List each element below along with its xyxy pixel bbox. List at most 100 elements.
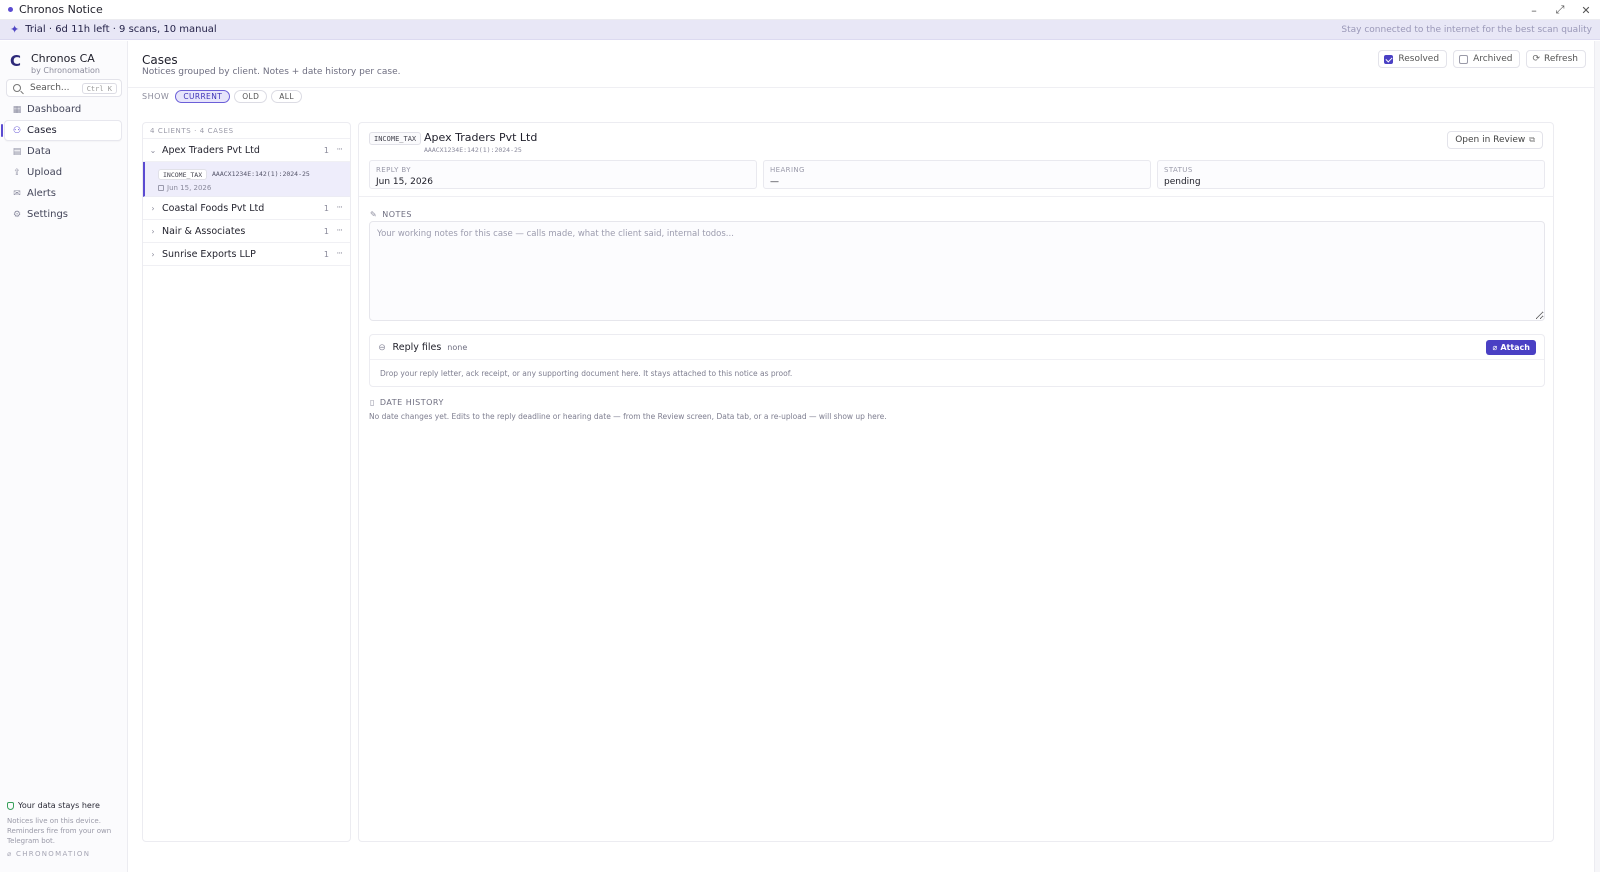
notes-icon: ✎ [370,210,378,219]
show-label: SHOW [142,91,170,101]
data-note-title-text: Your data stays here [18,801,100,810]
data-note-brand: ⌀ CHRONOMATION [7,850,91,858]
clients-summary: 4 CLIENTS · 4 CASES [143,123,350,139]
more-icon[interactable]: ··· [336,226,343,236]
open-in-review-label: Open in Review [1455,135,1526,145]
minimize-icon[interactable]: – [1528,4,1540,17]
filter-current[interactable]: CURRENT [175,89,231,103]
search-icon [13,84,21,92]
show-filter: SHOW CURRENT OLD ALL [142,89,306,103]
trial-banner: ✦ Trial · 6d 11h left · 9 scans, 10 manu… [0,20,1600,40]
data-note-title: Your data stays here [7,801,125,810]
case-reference: AAACX1234E:142(1):2024-25 [212,170,310,178]
resolved-checkbox[interactable] [1384,54,1394,64]
sidebar-item-label: Cases [27,125,57,136]
reply-files-title: Reply files [392,341,442,353]
case-facts: REPLY BY Jun 15, 2026 HEARING — STATUS p… [369,160,1545,189]
filter-all[interactable]: ALL [271,89,302,103]
search-shortcut: Ctrl K [81,83,117,94]
sidebar: C Chronos CA by Chronomation Search... C… [0,41,128,872]
dashboard-icon: ▦ [12,104,22,115]
sidebar-nav: ▦ Dashboard ⚇ Cases ▤ Data ⇪ Upload ✉ Al… [0,99,127,225]
maximize-icon[interactable]: ⤢ [1554,3,1566,17]
notes-heading: ✎ NOTES [370,210,412,219]
client-row[interactable]: ⌄ Apex Traders Pvt Ltd 1 ··· [143,139,350,162]
sidebar-item-data[interactable]: ▤ Data [0,141,127,162]
client-case-count: 1 [323,145,329,155]
brand-name: Chronos CA [31,52,95,65]
sparkle-icon: ✦ [10,24,20,36]
mail-icon: ✉ [13,188,21,199]
resolved-toggle[interactable]: Resolved [1378,50,1448,68]
fact-reply-by: REPLY BY Jun 15, 2026 [369,160,757,189]
notes-textarea[interactable] [369,221,1545,321]
chevron-down-icon[interactable]: ⌄ [149,146,157,155]
reply-files-section: ⊘ Reply files none ⌀ Attach Drop your re… [369,334,1545,387]
attach-button[interactable]: ⌀ Attach [1486,340,1536,355]
search-placeholder: Search... [30,83,70,93]
refresh-icon: ⟳ [1532,54,1540,64]
case-type-tag: INCOME_TAX [369,132,422,145]
fact-label: HEARING [770,166,805,174]
client-row[interactable]: › Sunrise Exports LLP 1 ··· [143,243,350,266]
chevron-right-icon[interactable]: › [149,250,157,259]
case-client-title: Apex Traders Pvt Ltd [424,131,538,144]
more-icon[interactable]: ··· [336,145,343,155]
close-icon[interactable]: ✕ [1580,4,1592,17]
date-history-heading-text: DATE HISTORY [379,398,444,407]
date-history-empty: No date changes yet. Edits to the reply … [369,412,887,421]
scrollbar[interactable] [1594,41,1600,872]
client-case-count: 1 [323,249,329,259]
window-title: Chronos Notice [19,3,103,16]
sidebar-item-settings[interactable]: ⚙ Settings [0,204,127,225]
gear-icon: ⚙ [12,209,22,220]
page-title: Cases [142,53,178,67]
sidebar-item-cases[interactable]: ⚇ Cases [1,120,122,141]
case-date: Jun 15, 2026 [158,184,211,192]
filter-old[interactable]: OLD [234,89,268,103]
brand-subtitle: by Chronomation [31,66,101,75]
chevron-right-icon[interactable]: › [149,204,157,213]
client-row[interactable]: › Nair & Associates 1 ··· [143,220,350,243]
section-divider [359,196,1553,197]
clients-panel: 4 CLIENTS · 4 CASES ⌄ Apex Traders Pvt L… [142,122,351,842]
resolved-label: Resolved [1398,54,1440,64]
archived-toggle[interactable]: Archived [1453,50,1521,68]
paperclip-icon: ⌀ [1492,343,1498,352]
users-icon: ⚇ [12,125,22,136]
more-icon[interactable]: ··· [336,203,343,213]
client-name: Nair & Associates [162,225,246,237]
client-name: Apex Traders Pvt Ltd [162,144,260,156]
reply-files-header: ⊘ Reply files none ⌀ Attach [370,335,1544,360]
sidebar-item-alerts[interactable]: ✉ Alerts [0,183,127,204]
fact-label: STATUS [1164,166,1193,174]
case-item[interactable]: INCOME_TAX AAACX1234E:142(1):2024-25 Jun… [143,162,350,197]
sidebar-item-dashboard[interactable]: ▦ Dashboard [0,99,127,120]
case-date-text: Jun 15, 2026 [167,184,212,192]
sidebar-item-upload[interactable]: ⇪ Upload [0,162,127,183]
search-input[interactable]: Search... Ctrl K [6,79,122,97]
archived-checkbox[interactable] [1459,54,1469,64]
data-privacy-note: Your data stays here Notices live on thi… [7,801,125,858]
trial-status: Trial · 6d 11h left · 9 scans, 10 manual [25,24,217,35]
main-content: Cases Notices grouped by client. Notes +… [128,41,1600,872]
date-history-heading: ▯ DATE HISTORY [370,398,444,407]
open-in-review-button[interactable]: Open in Review ⧉ [1447,131,1543,149]
refresh-button[interactable]: ⟳ Refresh [1526,50,1586,68]
table-icon: ▤ [12,146,22,157]
brand: C Chronos CA by Chronomation [10,52,100,75]
more-icon[interactable]: ··· [336,249,343,259]
sidebar-item-label: Upload [27,167,63,178]
case-type-tag: INCOME_TAX [158,169,208,180]
client-row[interactable]: › Coastal Foods Pvt Ltd 1 ··· [143,197,350,220]
upload-icon: ⇪ [13,167,21,178]
header-actions: Resolved Archived ⟳ Refresh [1378,50,1586,68]
shield-icon [7,801,14,810]
title-bar: Chronos Notice – ⤢ ✕ [0,0,1600,20]
fact-value: pending [1164,177,1201,187]
chevron-right-icon[interactable]: › [149,227,157,236]
reply-files-status: none [447,342,468,352]
client-case-count: 1 [323,226,329,236]
reply-dropzone[interactable]: Drop your reply letter, ack receipt, or … [370,360,1544,387]
document-icon: ▯ [370,398,375,407]
